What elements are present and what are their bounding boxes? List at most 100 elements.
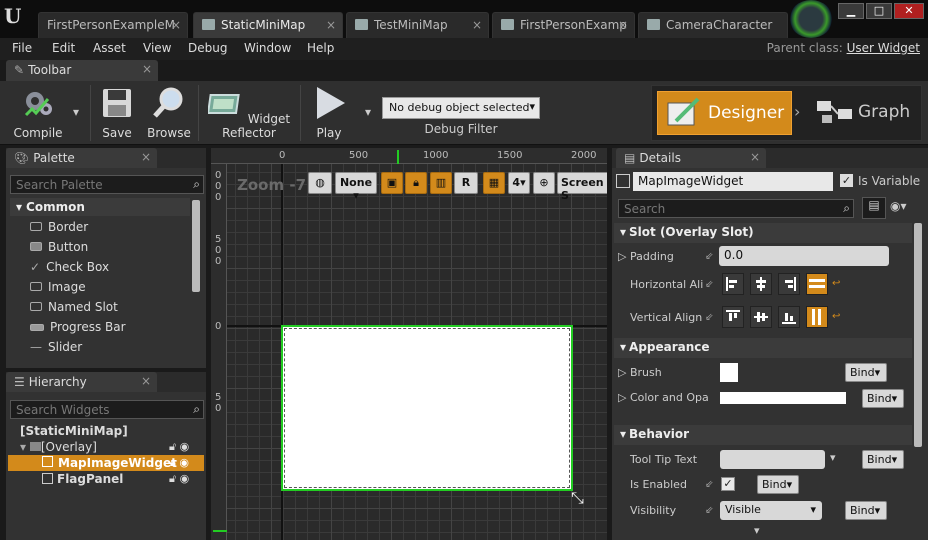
close-icon[interactable]: × [750,150,760,164]
screen-size-dropdown[interactable]: Screen S [557,172,607,202]
close-window-button[interactable]: ✕ [894,3,924,19]
valign-center-button[interactable] [750,306,772,328]
valign-bottom-button[interactable] [778,306,800,328]
tooltip-options-chevron-icon[interactable]: ▾ [830,451,836,464]
map-image-widget[interactable] [281,325,573,491]
tab-firstpersonexample-map[interactable]: FirstPersonExampleM × [38,12,188,38]
close-icon[interactable]: × [472,18,482,32]
hierarchy-row-selected[interactable]: MapImageWidget 🔒︎ ◉ [8,455,204,471]
toolbar-tab[interactable]: ✎ Toolbar × [6,60,158,81]
valign-top-button[interactable] [722,306,744,328]
appearance-category[interactable]: ▾ Appearance [614,338,912,358]
overlay-lock-eye-icons[interactable]: 🔓︎ ◉ [169,440,189,454]
widget-reflector-button[interactable]: Widget Reflector [202,85,296,140]
advanced-expand-icon[interactable]: ▾ [754,524,760,537]
tab-cameracharacter[interactable]: CameraCharacter [638,12,788,38]
world-globe-button[interactable]: ◍ [308,172,332,194]
brush-swatch[interactable] [720,363,738,382]
tab-staticminimap[interactable]: StaticMiniMap × [193,12,343,38]
hierarchy-item-flagpanel[interactable]: FlagPanel [42,472,123,486]
graph-mode-button[interactable]: Graph [812,91,922,135]
tab-firstpersonexample-blueprint[interactable]: FirstPersonExamp × [492,12,635,38]
align-center-button[interactable] [750,273,772,295]
reset-to-default-icon[interactable]: ↩ [832,278,840,289]
palette-item-border[interactable]: Border [30,220,88,234]
designer-mode-button[interactable]: Designer [657,91,792,135]
menu-edit[interactable]: Edit [52,41,75,55]
close-icon[interactable]: × [618,18,628,32]
lock-eye-icons[interactable]: 🔒︎ ◉ [170,456,189,470]
compile-options-chevron-icon[interactable]: ▾ [68,105,84,119]
r-toggle-button[interactable]: R [454,172,478,194]
palette-scrollbar[interactable] [192,200,200,292]
is-enabled-checkbox[interactable]: ✓ [721,477,735,491]
align-fill-button[interactable] [806,273,828,295]
hierarchy-root[interactable]: [StaticMiniMap] [20,424,128,438]
enabled-bind-button[interactable]: Bind▾ [757,475,799,494]
valign-fill-button[interactable] [806,306,828,328]
tooltip-input[interactable] [720,450,825,469]
align-right-button[interactable] [778,273,800,295]
resize-mode-button[interactable]: ⊕ [533,172,555,194]
details-scrollbar[interactable] [914,223,922,447]
details-tab[interactable]: ▤ Details × [616,148,766,168]
menu-asset[interactable]: Asset [93,41,126,55]
grid-size-dropdown[interactable]: 4▾ [508,172,530,194]
is-variable-checkbox[interactable]: ✓ [840,174,853,187]
reset-to-default-icon[interactable]: ↩ [832,311,840,322]
hierarchy-tab[interactable]: ☰ Hierarchy × [6,372,157,392]
menu-help[interactable]: Help [307,41,334,55]
close-icon[interactable]: × [326,18,336,32]
grid-snap-button[interactable]: ▦ [483,172,505,194]
tooltip-bind-button[interactable]: Bind▾ [862,450,904,469]
minimize-button[interactable]: ▁ [838,3,864,19]
outline-toggle-button[interactable]: ▣ [381,172,403,194]
visibility-bind-button[interactable]: Bind▾ [845,501,887,520]
close-icon[interactable]: × [141,150,151,164]
menu-file[interactable]: File [12,41,32,55]
layout-toggle-button[interactable]: ▥ [430,172,452,194]
play-button[interactable]: Play [306,85,352,140]
parent-class-link[interactable]: User Widget [847,41,920,55]
designer-canvas[interactable]: 0 500 1000 1500 2000 0 0 0 5 0 0 0 5 0 Z… [211,148,607,540]
visibility-select[interactable]: Visible ▾ [720,501,822,520]
debug-object-select[interactable]: No debug object selected ▾ [382,97,540,119]
behavior-category[interactable]: ▾ Behavior [614,425,912,445]
resize-handle-icon[interactable]: ⤡ [571,488,584,508]
details-search-input[interactable]: Search ⌕ [618,199,854,218]
menu-window[interactable]: Window [244,41,291,55]
palette-tab[interactable]: 🎨︎ Palette × [6,148,157,168]
browse-button[interactable]: Browse [144,85,194,140]
maximize-button[interactable]: □ [866,3,892,19]
color-swatch[interactable] [720,392,846,404]
padding-input[interactable]: 0.0 [719,246,889,266]
palette-search-input[interactable]: Search Palette ⌕ [10,175,204,194]
palette-item-check-box[interactable]: ✓ Check Box [30,260,109,274]
compile-button[interactable]: Compile [8,85,68,140]
close-icon[interactable]: × [142,62,152,76]
brush-bind-button[interactable]: Bind▾ [845,363,887,382]
flagpanel-lock-eye-icons[interactable]: 🔓︎ ◉ [169,472,189,486]
property-matrix-button[interactable]: ▤ [862,197,886,219]
hierarchy-overlay[interactable]: ▾ [Overlay] [20,440,97,454]
palette-item-slider[interactable]: — Slider [30,340,82,354]
align-left-button[interactable] [722,273,744,295]
save-button[interactable]: Save [96,85,138,140]
visibility-options-eye-icon[interactable]: ◉▾ [890,199,907,213]
close-icon[interactable]: × [141,374,151,388]
close-icon[interactable]: × [171,18,181,32]
source-control-globe-icon[interactable] [789,0,833,38]
menu-view[interactable]: View [143,41,171,55]
lock-toggle-button[interactable]: 🔒︎ [405,172,427,194]
widget-name-input[interactable]: MapImageWidget [633,172,833,191]
none-dropdown[interactable]: None ▾ [335,172,377,202]
palette-item-named-slot[interactable]: Named Slot [30,300,118,314]
tab-testminimap[interactable]: TestMiniMap × [346,12,489,38]
palette-item-button[interactable]: Button [30,240,88,254]
palette-category-common[interactable]: ▾ Common [10,198,190,216]
color-bind-button[interactable]: Bind▾ [862,389,904,408]
slot-category[interactable]: ▾ Slot (Overlay Slot) [614,223,912,243]
play-options-chevron-icon[interactable]: ▾ [360,105,376,119]
palette-item-progress-bar[interactable]: Progress Bar [30,320,126,334]
hierarchy-search-input[interactable]: Search Widgets ⌕ [10,400,204,419]
